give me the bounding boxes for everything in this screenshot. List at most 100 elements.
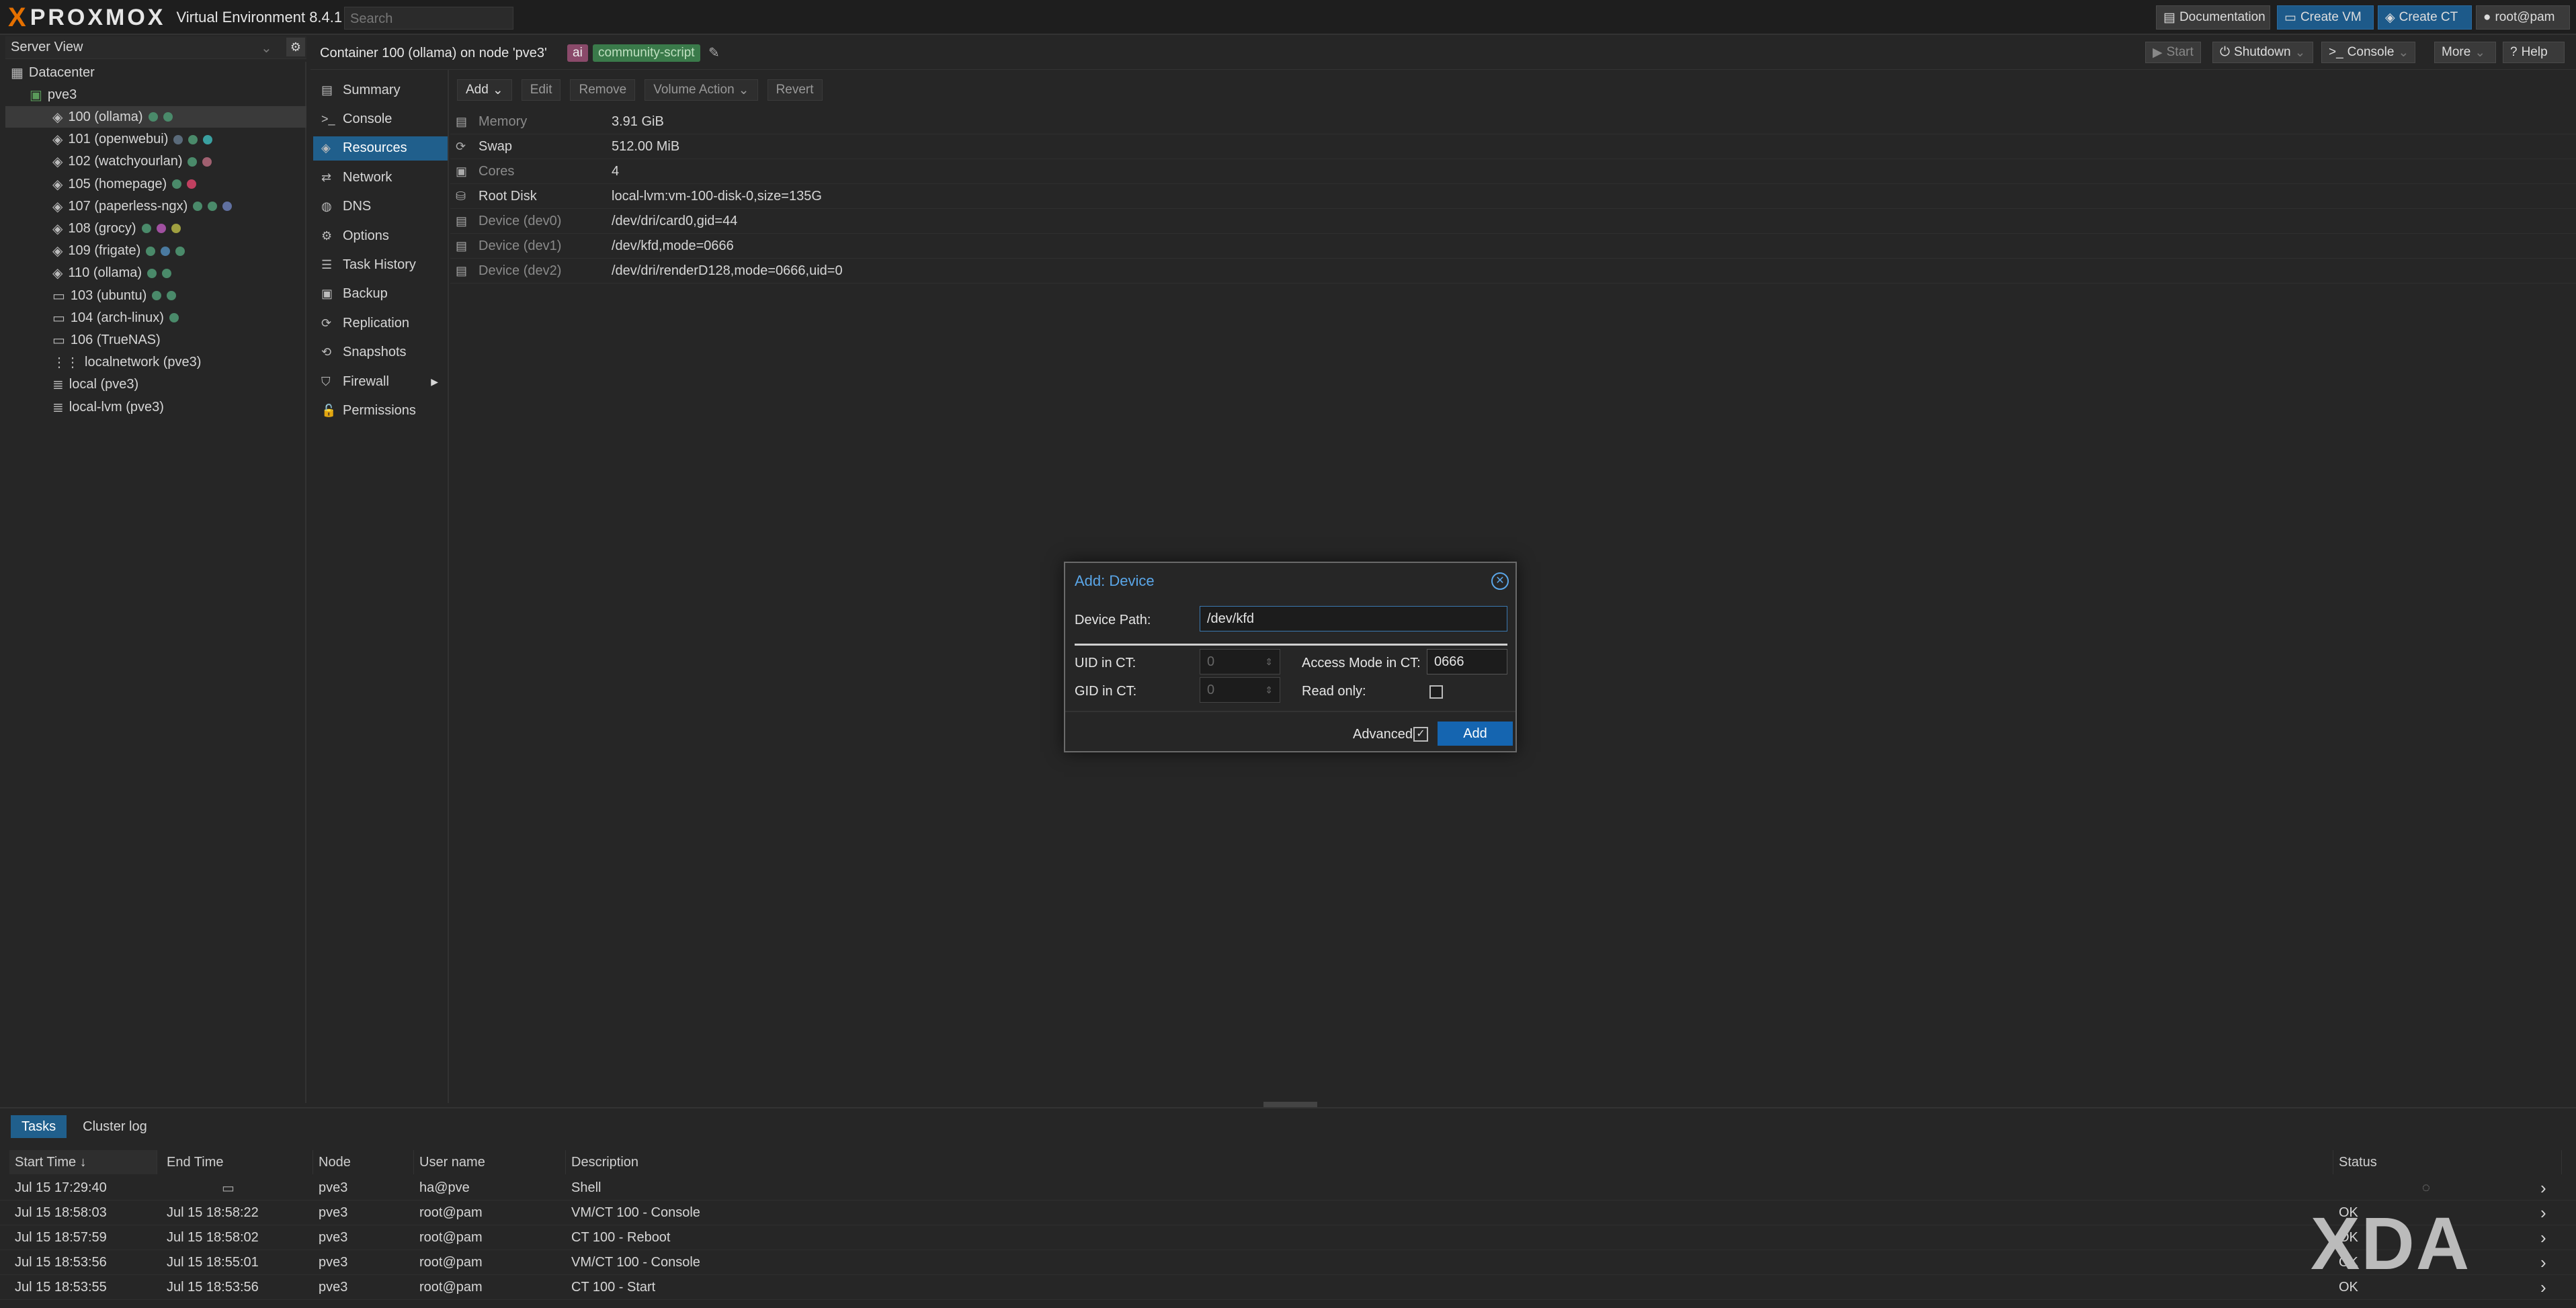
- nav-item-task-history[interactable]: ☰ Task History: [313, 253, 448, 277]
- tree-item[interactable]: ◈ 108 (grocy): [5, 218, 306, 239]
- container-icon: ◈: [52, 177, 63, 192]
- tree-item[interactable]: ◈ 100 (ollama): [5, 106, 306, 128]
- tree-item[interactable]: ▦ Datacenter: [5, 62, 306, 83]
- remove-button[interactable]: Remove: [570, 79, 636, 101]
- tree-item[interactable]: ◈ 105 (homepage): [5, 173, 306, 195]
- spinner-icon[interactable]: ⇕: [1265, 656, 1273, 668]
- tree-item[interactable]: ▭ 103 (ubuntu): [5, 285, 306, 306]
- nav-item-snapshots[interactable]: ⟲ Snapshots: [313, 341, 448, 365]
- console-button[interactable]: >_ Console ⌄: [2321, 42, 2415, 63]
- cell-user: root@pam: [419, 1254, 483, 1270]
- col-status[interactable]: Status: [2333, 1150, 2562, 1174]
- resource-key: Root Disk: [479, 189, 537, 204]
- nav-item-permissions[interactable]: 🔓 Permissions: [313, 398, 448, 423]
- gid-stepper[interactable]: 0 ⇕: [1200, 677, 1280, 703]
- gear-icon[interactable]: ⚙: [286, 38, 305, 56]
- col-start-time[interactable]: Start Time ↓: [9, 1150, 157, 1174]
- nav-item-network[interactable]: ⇄ Network: [313, 165, 448, 189]
- tree-item[interactable]: ▭ 104 (arch-linux): [5, 307, 306, 329]
- resource-row[interactable]: ⛁ Root Disk local-lvm:vm-100-disk-0,size=1…: [450, 185, 2576, 209]
- chevron-right-icon[interactable]: ›: [2540, 1252, 2546, 1273]
- nav-item-options[interactable]: ⚙ Options: [313, 224, 448, 248]
- table-row[interactable]: Jul 15 18:57:59 Jul 15 18:58:02 pve3 root@p…: [0, 1225, 2576, 1250]
- chevron-right-icon[interactable]: ›: [2540, 1277, 2546, 1298]
- edit-button[interactable]: Edit: [521, 79, 561, 101]
- chevron-down-icon: ⌄: [2294, 45, 2306, 60]
- add-device-button[interactable]: Add: [1438, 722, 1513, 746]
- nav-item-resources[interactable]: ◈ Resources: [313, 136, 448, 161]
- close-icon[interactable]: ✕: [1491, 572, 1509, 590]
- nav-item-label: Snapshots: [343, 345, 407, 360]
- start-button[interactable]: ▶ Start: [2145, 42, 2201, 63]
- search-input[interactable]: Search: [344, 7, 513, 30]
- col-description[interactable]: Description: [566, 1150, 2333, 1174]
- help-button[interactable]: ? Help: [2503, 42, 2565, 63]
- nav-item-replication[interactable]: ⟳ Replication: [313, 311, 448, 335]
- table-row[interactable]: Jul 15 18:58:03 Jul 15 18:58:22 pve3 root@p…: [0, 1201, 2576, 1225]
- logo-word: PROXMOX: [30, 5, 166, 30]
- more-button[interactable]: More ⌄: [2434, 42, 2496, 63]
- volume-action-button[interactable]: Volume Action ⌄: [645, 79, 758, 101]
- pencil-icon[interactable]: ✎: [708, 44, 720, 61]
- tree-item[interactable]: ◈ 102 (watchyourlan): [5, 151, 306, 173]
- resource-row[interactable]: ▤ Memory 3.91 GiB: [450, 110, 2576, 134]
- tag-badge-community[interactable]: community-script: [593, 44, 700, 62]
- cell-desc: VM/CT 100 - Console: [571, 1254, 700, 1270]
- col-user[interactable]: User name: [414, 1150, 566, 1174]
- tree-item[interactable]: ▭ 106 (TrueNAS): [5, 329, 306, 351]
- tab-cluster-log[interactable]: Cluster log: [72, 1115, 158, 1138]
- resource-row[interactable]: ▤ Device (dev0) /dev/dri/card0,gid=44: [450, 210, 2576, 234]
- nav-item-dns[interactable]: ◍ DNS: [313, 195, 448, 219]
- table-row[interactable]: Jul 15 17:29:40 pve3 ha@pve Shell ▭ ◌ ›: [0, 1176, 2576, 1201]
- revert-button[interactable]: Revert: [767, 79, 823, 101]
- user-menu-button[interactable]: ● root@pam: [2476, 5, 2570, 30]
- resource-row[interactable]: ▤ Device (dev1) /dev/kfd,mode=0666: [450, 234, 2576, 259]
- chevron-right-icon[interactable]: ›: [2540, 1203, 2546, 1223]
- replication-icon: ⟳: [321, 316, 332, 330]
- access-mode-input[interactable]: 0666: [1427, 649, 1507, 674]
- col-node[interactable]: Node: [313, 1150, 414, 1174]
- chevron-right-icon[interactable]: ›: [2540, 1227, 2546, 1248]
- tree-item[interactable]: ≣ local (pve3): [5, 374, 306, 396]
- cube-icon: ◈: [2385, 10, 2395, 25]
- tree-item[interactable]: ≣ local-lvm (pve3): [5, 396, 306, 418]
- nav-item-summary[interactable]: ▤ Summary: [313, 78, 448, 102]
- cell-node: pve3: [319, 1205, 348, 1220]
- proxmox-logo: X PROXMOX Virtual Environment 8.4.1: [8, 4, 342, 31]
- resource-row[interactable]: ⟳ Swap 512.00 MiB: [450, 135, 2576, 159]
- nav-item-backup[interactable]: ▣ Backup: [313, 282, 448, 306]
- uid-stepper[interactable]: 0 ⇕: [1200, 649, 1280, 674]
- device-path-input[interactable]: /dev/kfd: [1200, 606, 1507, 631]
- resource-icon: ▤: [456, 214, 468, 228]
- nav-item-console[interactable]: >_ Console: [313, 107, 448, 131]
- tree-item[interactable]: ⋮⋮ localnetwork (pve3): [5, 352, 306, 374]
- tree-item[interactable]: ◈ 107 (paperless-ngx): [5, 195, 306, 217]
- shutdown-button[interactable]: ⏻ Shutdown ⌄: [2212, 42, 2313, 63]
- nav-item-firewall[interactable]: ⛉ Firewall ▶: [313, 369, 448, 394]
- resource-row[interactable]: ▤ Device (dev2) /dev/dri/renderD128,mode=0…: [450, 259, 2576, 284]
- tree-item[interactable]: ◈ 110 (ollama): [5, 263, 306, 284]
- add-button[interactable]: Add ⌄: [457, 79, 512, 101]
- read-only-checkbox[interactable]: [1429, 685, 1443, 699]
- col-end-time[interactable]: End Time: [161, 1150, 313, 1174]
- chevron-right-icon[interactable]: ›: [2540, 1178, 2546, 1198]
- tree-item[interactable]: ▣ pve3: [5, 84, 306, 105]
- resize-handle[interactable]: [1263, 1102, 1317, 1107]
- create-ct-button[interactable]: ◈ Create CT: [2378, 5, 2472, 30]
- cell-start: Jul 15 17:29:40: [15, 1180, 107, 1195]
- create-vm-button[interactable]: ▭ Create VM: [2277, 5, 2374, 30]
- spinner-icon[interactable]: ⇕: [1265, 685, 1273, 696]
- tag-badge-ai[interactable]: ai: [567, 44, 588, 62]
- advanced-checkbox[interactable]: ✓: [1413, 727, 1428, 742]
- resource-row[interactable]: ▣ Cores 4: [450, 160, 2576, 184]
- tab-tasks[interactable]: Tasks: [11, 1115, 67, 1138]
- expand-arrow-icon[interactable]: ▶: [431, 376, 438, 388]
- tree-item[interactable]: ◈ 101 (openwebui): [5, 129, 306, 150]
- documentation-button[interactable]: ▤ Documentation: [2156, 5, 2270, 30]
- cell-node: pve3: [319, 1229, 348, 1245]
- tree-item[interactable]: ◈ 109 (frigate): [5, 241, 306, 262]
- table-row[interactable]: Jul 15 18:53:55 Jul 15 18:53:56 pve3 root@p…: [0, 1275, 2576, 1300]
- terminal-icon: >_: [2329, 45, 2343, 59]
- table-row[interactable]: Jul 15 18:53:56 Jul 15 18:55:01 pve3 root@p…: [0, 1250, 2576, 1275]
- view-selector[interactable]: Server View ⌄ ⚙: [5, 36, 306, 59]
